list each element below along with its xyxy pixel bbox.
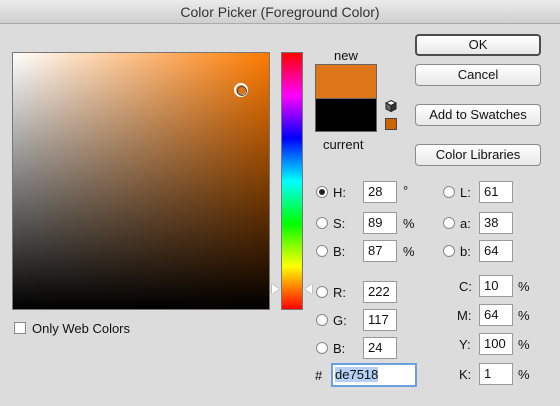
cancel-button[interactable]: Cancel xyxy=(415,64,541,86)
lab-b-radio[interactable] xyxy=(443,245,455,257)
s-unit: % xyxy=(403,216,415,231)
g-label: G: xyxy=(333,313,347,328)
h-unit: ° xyxy=(403,183,409,198)
b-unit: % xyxy=(403,244,415,259)
h-input[interactable]: 28 xyxy=(363,181,397,203)
current-color-swatch[interactable] xyxy=(315,98,377,132)
r-label: R: xyxy=(333,285,346,300)
hue-slider-handle-left[interactable] xyxy=(272,284,279,294)
hex-input[interactable]: de7518 xyxy=(331,363,417,387)
c-label: C: xyxy=(459,279,472,294)
g-radio[interactable] xyxy=(316,314,328,326)
s-input[interactable]: 89 xyxy=(363,212,397,234)
ok-button[interactable]: OK xyxy=(415,34,541,56)
c-unit: % xyxy=(518,279,530,294)
l-radio[interactable] xyxy=(443,186,455,198)
lab-b-input[interactable]: 64 xyxy=(479,240,513,262)
color-picker-dialog: Color Picker (Foreground Color) new curr… xyxy=(0,0,560,406)
new-color-swatch xyxy=(315,64,377,99)
m-unit: % xyxy=(518,308,530,323)
l-label: L: xyxy=(460,185,471,200)
k-input[interactable]: 1 xyxy=(479,363,513,385)
m-input[interactable]: 64 xyxy=(479,304,513,326)
k-label: K: xyxy=(459,367,472,382)
window-title: Color Picker (Foreground Color) xyxy=(180,4,380,20)
c-input[interactable]: 10 xyxy=(479,275,513,297)
s-label: S: xyxy=(333,216,346,231)
current-color-label: current xyxy=(323,137,364,152)
m-label: M: xyxy=(457,308,472,323)
r-radio[interactable] xyxy=(316,286,328,298)
color-libraries-button[interactable]: Color Libraries xyxy=(415,144,541,166)
a-input[interactable]: 38 xyxy=(479,212,513,234)
h-radio[interactable] xyxy=(316,186,328,198)
hue-slider[interactable] xyxy=(281,52,303,310)
lab-b-label: b: xyxy=(460,244,471,259)
h-label: H: xyxy=(333,185,346,200)
new-color-label: new xyxy=(334,48,358,63)
blue-label: B: xyxy=(333,341,346,356)
title-bar[interactable]: Color Picker (Foreground Color) xyxy=(0,0,560,24)
l-input[interactable]: 61 xyxy=(479,181,513,203)
y-input[interactable]: 100 xyxy=(479,333,513,355)
hue-slider-handle-right[interactable] xyxy=(305,284,312,294)
color-field[interactable] xyxy=(12,52,270,310)
b-label: B: xyxy=(333,244,346,259)
only-web-colors-label[interactable]: Only Web Colors xyxy=(32,321,130,336)
y-label: Y: xyxy=(459,337,471,352)
a-radio[interactable] xyxy=(443,217,455,229)
hex-value: de7518 xyxy=(335,367,379,382)
r-input[interactable]: 222 xyxy=(363,281,397,303)
s-radio[interactable] xyxy=(316,217,328,229)
add-to-swatches-button[interactable]: Add to Swatches xyxy=(415,104,541,126)
b-radio[interactable] xyxy=(316,245,328,257)
a-label: a: xyxy=(460,216,471,231)
only-web-colors-checkbox[interactable] xyxy=(14,322,26,334)
blue-radio[interactable] xyxy=(316,342,328,354)
brightness-input[interactable]: 87 xyxy=(363,240,397,262)
swatch-icon[interactable] xyxy=(385,118,397,130)
color-field-cursor[interactable] xyxy=(234,83,248,97)
blue-input[interactable]: 24 xyxy=(363,337,397,359)
cube-icon[interactable] xyxy=(384,99,398,113)
y-unit: % xyxy=(518,337,530,352)
hex-label: # xyxy=(315,368,323,383)
k-unit: % xyxy=(518,367,530,382)
g-input[interactable]: 117 xyxy=(363,309,397,331)
